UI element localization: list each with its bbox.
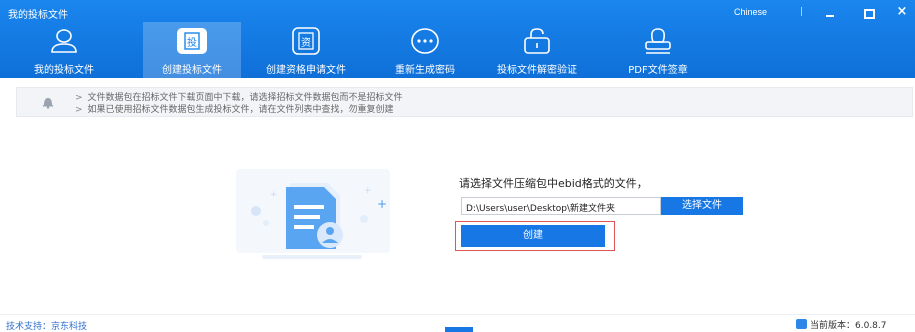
notice-line-2: > 如果已使用招标文件数据包生成投标文件，请在文件列表中查找，勿重复创建 [75, 102, 394, 115]
app-title: 我的投标文件 [8, 10, 68, 21]
nav-label: 创建资格申请文件 [266, 65, 346, 76]
language-selector[interactable]: Chinese [734, 7, 767, 17]
nav-label: 重新生成密码 [395, 65, 455, 76]
support-link[interactable]: 技术支持：京东科技 [6, 319, 87, 332]
nav-item-create-bid[interactable]: 投 创建投标文件 [143, 22, 241, 78]
svg-text:+: + [377, 197, 387, 211]
file-prompt: 请选择文件压缩包中ebid格式的文件， [459, 177, 648, 190]
signature-icon [645, 28, 671, 54]
nav-label: 投标文件解密验证 [497, 65, 577, 76]
maximize-button[interactable] [859, 4, 877, 20]
main-nav: 我的投标文件 投 创建投标文件 资 创建资格申请文件 重新生成密码 投标文件解密… [0, 22, 915, 78]
footer-divider [0, 314, 915, 315]
version-info: 当前版本：6.0.8.7 [796, 318, 887, 331]
nav-label: 我的投标文件 [34, 65, 94, 76]
taskbar-indicator [445, 327, 473, 332]
bid-document-icon: 投 [177, 28, 207, 54]
unlock-icon [524, 28, 550, 54]
notice-arrow: > [75, 105, 83, 115]
close-button[interactable]: × [893, 4, 911, 20]
create-highlight: 创建 [455, 221, 615, 251]
choose-file-button[interactable]: 选择文件 [661, 197, 743, 215]
user-icon [51, 29, 77, 53]
svg-text:+: + [364, 186, 372, 196]
minimize-button[interactable] [821, 4, 839, 20]
nav-item-my-bids[interactable]: 我的投标文件 [15, 22, 113, 78]
version-icon [796, 319, 807, 329]
create-button[interactable]: 创建 [461, 225, 605, 247]
notice-text-2: 如果已使用招标文件数据包生成投标文件，请在文件列表中查找，勿重复创建 [87, 105, 394, 115]
title-separator: | [800, 7, 804, 17]
svg-text:资: 资 [301, 37, 311, 49]
notice-bar: > 文件数据包在招标文件下载页面中下载，请选择招标文件数据包而不是招标文件 > 如果… [16, 87, 913, 117]
qualification-document-icon: 资 [292, 27, 320, 55]
bell-icon [43, 98, 53, 109]
nav-item-regenerate-password[interactable]: 重新生成密码 [376, 22, 474, 78]
svg-text:投: 投 [187, 36, 197, 49]
title-bar: 我的投标文件 Chinese | × 我的投标文件 投 创建投标文件 资 创建资… [0, 0, 915, 78]
nav-label: PDF文件签章 [628, 65, 688, 76]
version-text: 当前版本：6.0.8.7 [810, 321, 887, 331]
svg-text:+: + [270, 190, 278, 200]
nav-label: 创建投标文件 [162, 65, 222, 76]
nav-item-pdf-signature[interactable]: PDF文件签章 [609, 22, 707, 78]
document-upload-illustration: + + + [236, 169, 390, 259]
file-path-field[interactable]: D:\Users\user\Desktop\新建文件夹 [461, 197, 661, 215]
nav-item-qualification[interactable]: 资 创建资格申请文件 [257, 22, 355, 78]
regenerate-password-icon [411, 28, 439, 54]
nav-item-decrypt-verify[interactable]: 投标文件解密验证 [488, 22, 586, 78]
